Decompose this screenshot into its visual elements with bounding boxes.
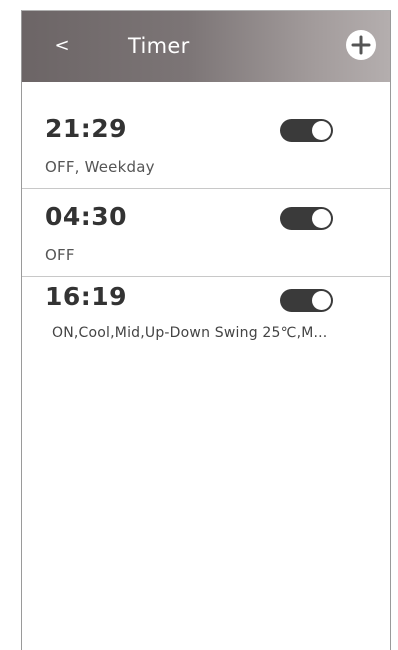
timer-toggle[interactable] bbox=[280, 119, 333, 142]
timer-list: 21:29 OFF, Weekday 04:30 OFF 16:19 ON,Co… bbox=[22, 101, 390, 365]
timer-time: 21:29 bbox=[45, 114, 128, 143]
timer-time: 16:19 bbox=[45, 282, 128, 311]
plus-icon bbox=[351, 35, 371, 55]
timer-row[interactable]: 16:19 ON,Cool,Mid,Up-Down Swing 25℃,M... bbox=[22, 277, 390, 365]
timer-description: ON,Cool,Mid,Up-Down Swing 25℃,M... bbox=[52, 325, 328, 341]
toggle-knob bbox=[312, 291, 331, 310]
timer-time: 04:30 bbox=[45, 202, 128, 231]
toggle-knob bbox=[312, 209, 331, 228]
timer-description: OFF bbox=[45, 246, 75, 264]
timer-row[interactable]: 04:30 OFF bbox=[22, 189, 390, 277]
toggle-knob bbox=[312, 121, 331, 140]
page-title: Timer bbox=[128, 34, 190, 58]
back-button[interactable]: < bbox=[50, 31, 74, 61]
timer-row[interactable]: 21:29 OFF, Weekday bbox=[22, 101, 390, 189]
add-timer-button[interactable] bbox=[346, 30, 376, 60]
timer-toggle[interactable] bbox=[280, 207, 333, 230]
timer-description: OFF, Weekday bbox=[45, 158, 155, 176]
timer-screen: < Timer 21:29 OFF, Weekday 04:30 OFF 16:… bbox=[21, 10, 391, 650]
header-bar: < Timer bbox=[22, 11, 390, 82]
timer-toggle[interactable] bbox=[280, 289, 333, 312]
